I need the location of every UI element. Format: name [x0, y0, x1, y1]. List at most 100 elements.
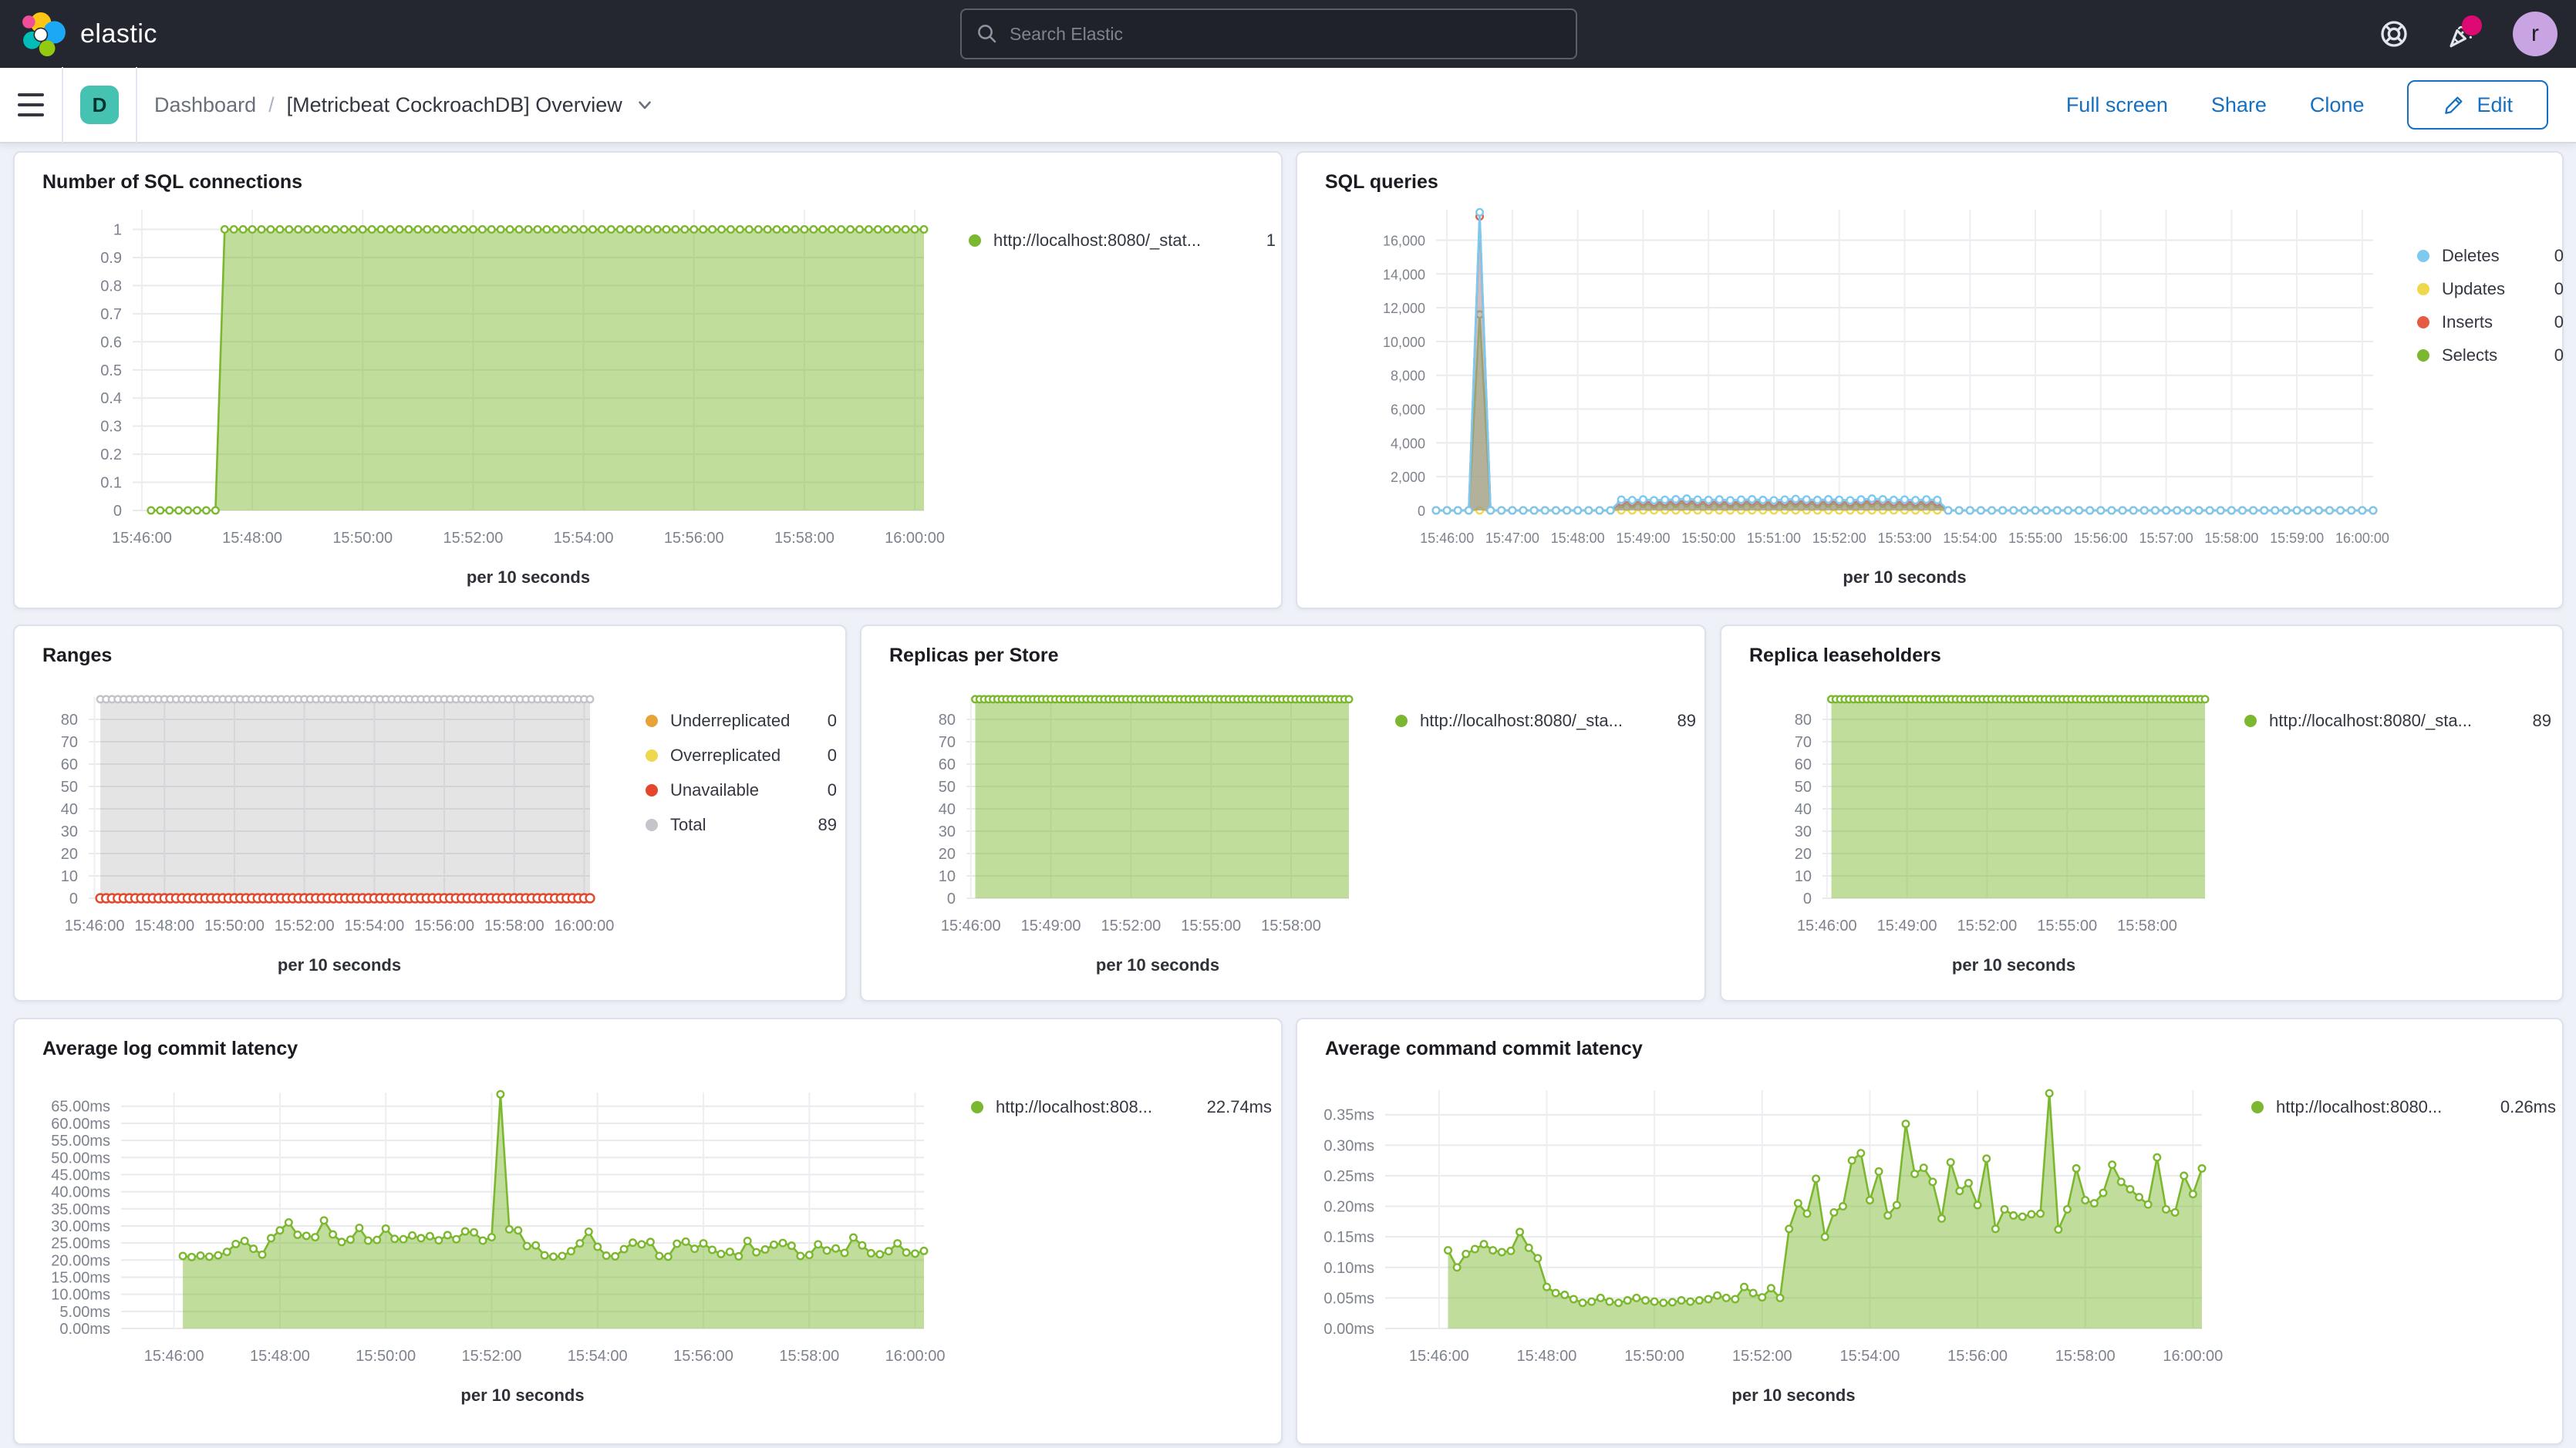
help-button[interactable] — [2377, 17, 2411, 51]
svg-text:0.3: 0.3 — [100, 419, 122, 436]
edit-button[interactable]: Edit — [2407, 80, 2548, 130]
svg-text:0.2: 0.2 — [100, 446, 122, 463]
svg-text:50: 50 — [939, 779, 956, 796]
legend-series-label: Total — [670, 815, 806, 835]
svg-text:12,000: 12,000 — [1383, 301, 1425, 316]
legend-series-dot — [969, 234, 981, 247]
svg-text:80: 80 — [61, 712, 78, 729]
legend-item[interactable]: Selects0 — [2417, 338, 2564, 372]
svg-text:0.6: 0.6 — [100, 334, 122, 351]
share-button[interactable]: Share — [2211, 93, 2267, 117]
legend-item[interactable]: Total89 — [646, 807, 837, 842]
svg-text:2,000: 2,000 — [1391, 470, 1425, 485]
legend-series-label: Unavailable — [670, 780, 815, 800]
legend-item[interactable]: http://localhost:8080...0.26ms — [2251, 1090, 2556, 1124]
series-total — [97, 696, 593, 898]
legend-series-value: 22.74ms — [1207, 1097, 1272, 1117]
svg-text:15:56:00: 15:56:00 — [664, 530, 724, 547]
svg-text:50.00ms: 50.00ms — [51, 1150, 110, 1167]
svg-text:15:54:00: 15:54:00 — [1943, 530, 1997, 546]
svg-text:30: 30 — [61, 823, 78, 840]
chevron-down-icon[interactable] — [635, 95, 655, 115]
chart-sql-connections[interactable]: 00.10.20.30.40.50.60.70.80.9115:46:0015:… — [15, 153, 1281, 608]
clone-button[interactable]: Clone — [2310, 93, 2365, 117]
svg-text:15:52:00: 15:52:00 — [443, 530, 503, 547]
legend-item[interactable]: Underreplicated0 — [646, 703, 837, 738]
svg-text:0: 0 — [69, 891, 78, 908]
search-input[interactable] — [1010, 24, 1562, 45]
chart-command-commit-latency[interactable]: 0.00ms0.05ms0.10ms0.15ms0.20ms0.25ms0.30… — [1297, 1019, 2562, 1443]
svg-text:15:56:00: 15:56:00 — [414, 918, 474, 934]
legend-item[interactable]: Overreplicated0 — [646, 738, 837, 773]
full-screen-button[interactable]: Full screen — [2066, 93, 2168, 117]
x-axis-unit-label: per 10 seconds — [460, 1386, 584, 1405]
legend-series-label: http://localhost:8080/_sta... — [1420, 711, 1665, 731]
space-initial: D — [93, 93, 107, 117]
menu-button[interactable] — [0, 67, 62, 143]
breadcrumb-dashboard[interactable]: Dashboard — [154, 93, 256, 117]
legend-series-label: http://localhost:8080/_sta... — [2269, 711, 2520, 731]
svg-text:60: 60 — [61, 756, 78, 773]
svg-text:15:58:00: 15:58:00 — [774, 530, 835, 547]
notification-badge — [2462, 15, 2482, 35]
svg-text:10: 10 — [61, 868, 78, 885]
breadcrumb-current-title: [Metricbeat CockroachDB] Overview — [287, 93, 622, 117]
svg-text:15:59:00: 15:59:00 — [2270, 530, 2324, 546]
legend-item[interactable]: http://localhost:8080/_sta...89 — [2244, 703, 2551, 738]
kibana-app: elastic — [0, 0, 2576, 1448]
svg-text:15:58:00: 15:58:00 — [779, 1348, 839, 1365]
svg-text:0.1: 0.1 — [100, 475, 122, 492]
svg-text:70: 70 — [61, 734, 78, 751]
svg-text:15:50:00: 15:50:00 — [204, 918, 265, 934]
svg-text:15:46:00: 15:46:00 — [1409, 1348, 1469, 1365]
elastic-logo[interactable]: elastic — [0, 12, 157, 56]
global-search[interactable] — [960, 8, 1577, 59]
legend-item[interactable]: Deletes0 — [2417, 239, 2564, 272]
svg-text:0.8: 0.8 — [100, 278, 122, 295]
legend-series-dot — [646, 715, 658, 727]
svg-text:20: 20 — [939, 846, 956, 863]
svg-text:15:54:00: 15:54:00 — [344, 918, 404, 934]
legend-item[interactable]: Updates0 — [2417, 272, 2564, 305]
breadcrumb: Dashboard / [Metricbeat CockroachDB] Ove… — [154, 93, 655, 117]
newsfeed-button[interactable] — [2445, 17, 2479, 51]
panel-log-commit-latency: Average log commit latency 0.00ms5.00ms1… — [13, 1018, 1283, 1445]
chart-replica-leaseholders[interactable]: 0102030405060708015:46:0015:49:0015:52:0… — [1721, 626, 2562, 1000]
legend-series-dot — [2244, 715, 2257, 727]
svg-text:15:48:00: 15:48:00 — [1551, 530, 1605, 546]
svg-text:0: 0 — [1803, 891, 1812, 908]
space-badge[interactable]: D — [80, 86, 119, 124]
svg-text:0: 0 — [947, 891, 956, 908]
svg-text:16:00:00: 16:00:00 — [885, 530, 945, 547]
svg-text:15:46:00: 15:46:00 — [1420, 530, 1474, 546]
svg-text:50: 50 — [1795, 779, 1812, 796]
svg-text:0.05ms: 0.05ms — [1323, 1290, 1374, 1307]
svg-text:30: 30 — [1795, 823, 1812, 840]
x-axis-unit-label: per 10 seconds — [467, 567, 590, 587]
avatar-initial: r — [2531, 21, 2539, 47]
svg-text:15:52:00: 15:52:00 — [275, 918, 335, 934]
svg-text:15:58:00: 15:58:00 — [1261, 918, 1321, 934]
legend-item[interactable]: Unavailable 0 — [646, 773, 837, 807]
x-axis-unit-label: per 10 seconds — [278, 955, 401, 975]
legend-item[interactable]: http://localhost:808...22.74ms — [971, 1090, 1272, 1124]
chart-sql-queries[interactable]: 02,0004,0006,0008,00010,00012,00014,0001… — [1297, 153, 2562, 608]
svg-text:4,000: 4,000 — [1391, 436, 1425, 451]
svg-text:15:52:00: 15:52:00 — [1732, 1348, 1792, 1365]
svg-text:25.00ms: 25.00ms — [51, 1235, 110, 1252]
svg-text:30: 30 — [939, 823, 956, 840]
user-avatar[interactable]: r — [2513, 12, 2557, 56]
legend-item[interactable]: Inserts0 — [2417, 305, 2564, 338]
legend-series-label: Inserts — [2442, 312, 2542, 332]
legend-item[interactable]: http://localhost:8080/_sta...89 — [1395, 703, 1696, 738]
legend-series-dot — [2417, 283, 2429, 295]
legend-series-value: 0 — [828, 780, 837, 800]
legend-item[interactable]: http://localhost:8080/_stat...1 — [969, 224, 1276, 258]
legend-series-value: 0 — [828, 711, 837, 731]
svg-text:0.30ms: 0.30ms — [1323, 1137, 1374, 1154]
panel-sql-queries: SQL queries 02,0004,0006,0008,00010,0001… — [1296, 151, 2564, 609]
svg-text:0.10ms: 0.10ms — [1323, 1260, 1374, 1277]
chart-log-commit-latency[interactable]: 0.00ms5.00ms10.00ms15.00ms20.00ms25.00ms… — [15, 1019, 1281, 1443]
chart-replicas-per-store[interactable]: 0102030405060708015:46:0015:49:0015:52:0… — [861, 626, 1704, 1000]
svg-text:20: 20 — [1795, 846, 1812, 863]
